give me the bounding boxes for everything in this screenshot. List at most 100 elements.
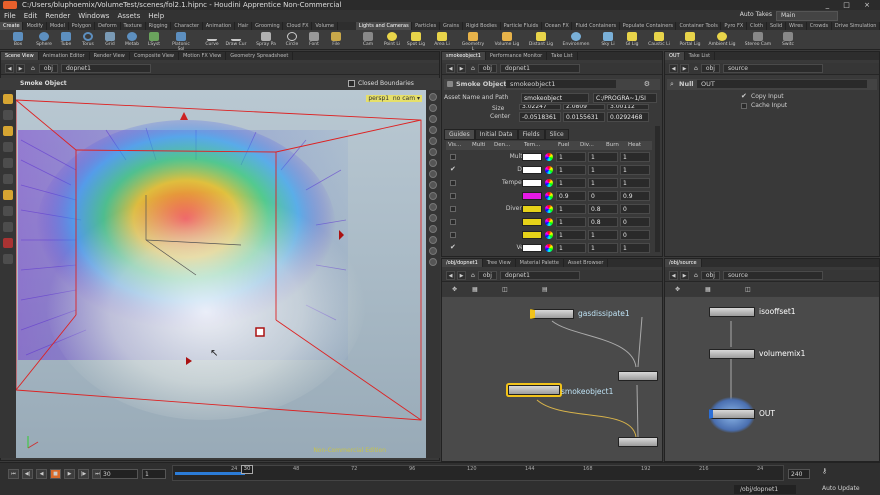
end-frame-field[interactable]: 240	[788, 469, 810, 479]
camera-menu[interactable]: no cam ▾	[390, 95, 422, 102]
color-wheel-icon[interactable]	[545, 231, 553, 239]
shelf-tab-wires[interactable]: Wires	[786, 22, 807, 30]
tool-caustic-light[interactable]: Caustic Li	[646, 32, 672, 50]
size-x-field[interactable]: 3.02247	[519, 104, 561, 110]
display-option-icon[interactable]	[429, 203, 437, 211]
tab-out[interactable]: OUT	[665, 52, 685, 60]
color-wheel-icon[interactable]	[545, 179, 553, 187]
shelf-tab-pyro-fx[interactable]: Pyro FX	[721, 22, 748, 30]
visible-checkbox[interactable]	[450, 154, 456, 160]
shelf-tab-create[interactable]: Create	[0, 22, 24, 30]
display-option-icon[interactable]	[429, 247, 437, 255]
path-source[interactable]: source	[722, 64, 823, 73]
step-back-icon[interactable]: ◀|	[22, 469, 33, 479]
tab-source[interactable]: /obj/source	[665, 259, 702, 267]
col-multi[interactable]: Multi	[472, 142, 485, 148]
shelf-tab-character[interactable]: Character	[171, 22, 203, 30]
menu-help[interactable]: Help	[148, 12, 164, 20]
display-option-icon[interactable]	[429, 170, 437, 178]
display-option-icon[interactable]	[429, 148, 437, 156]
color-wheel-icon[interactable]	[545, 192, 553, 200]
display-option-icon[interactable]	[429, 93, 437, 101]
tool-ambient-light[interactable]: Ambient Lig	[708, 32, 736, 50]
tool-spot-light[interactable]: Spot Lig	[406, 32, 426, 50]
node-name-field[interactable]: OUT	[697, 80, 867, 88]
shelf-tab-particles[interactable]: Particles	[412, 22, 440, 30]
field-b[interactable]: 1	[620, 243, 650, 253]
field-g[interactable]: 1	[588, 165, 618, 175]
field-b[interactable]: 1	[620, 178, 650, 188]
node-smokeobject1[interactable]	[508, 385, 560, 395]
field-g[interactable]: 1	[588, 230, 618, 240]
tool-sky-light[interactable]: Sky Li	[598, 32, 618, 50]
subtab-initial-data[interactable]: Initial Data	[474, 129, 518, 140]
shelf-tab-modify[interactable]: Modify	[23, 22, 47, 30]
tool-lsystem[interactable]: LSyst	[144, 32, 164, 50]
display-option-icon[interactable]	[429, 225, 437, 233]
tool-stereo-camera[interactable]: Stereo Cam	[744, 32, 772, 50]
subtab-fields[interactable]: Fields	[517, 129, 545, 140]
col-divergence[interactable]: Div...	[580, 142, 594, 148]
tab-geometry-spreadsheet[interactable]: Geometry Spreadsheet	[226, 52, 294, 60]
field-g[interactable]: 0	[588, 191, 618, 201]
path-obj[interactable]: obj	[700, 64, 720, 73]
shelf-tab-rigging[interactable]: Rigging	[146, 22, 172, 30]
shelf-tab-crowds[interactable]: Crowds	[807, 22, 832, 30]
jump-start-icon[interactable]: ⏮	[8, 469, 19, 479]
field-g[interactable]: 0.8	[588, 217, 618, 227]
color-wheel-icon[interactable]	[545, 244, 553, 252]
node-out[interactable]	[709, 409, 755, 419]
shelf-tab-container-tools[interactable]: Container Tools	[676, 22, 722, 30]
path-source[interactable]: source	[722, 271, 823, 280]
field-g[interactable]: 0.8	[588, 204, 618, 214]
size-y-field[interactable]: 2.0809	[563, 104, 605, 110]
tool-camera[interactable]: Cam	[358, 32, 378, 50]
tool-gi-light[interactable]: GI Lig	[622, 32, 642, 50]
play-icon[interactable]: ▶	[64, 469, 75, 479]
forward-arrow-icon[interactable]: ▶	[680, 271, 689, 280]
magnet-red-icon[interactable]	[3, 238, 13, 248]
field-r[interactable]: 1	[556, 178, 586, 188]
tool-metaball[interactable]: Metab	[122, 32, 142, 50]
shelf-tab-animation[interactable]: Animation	[203, 22, 235, 30]
snap-icon[interactable]	[3, 222, 13, 232]
tab-dopnet1[interactable]: /obj/dopnet1	[442, 259, 483, 267]
closed-boundaries-checkbox[interactable]	[348, 80, 355, 87]
field-r[interactable]: 1	[556, 204, 586, 214]
forward-arrow-icon[interactable]: ▶	[457, 64, 466, 73]
field-r[interactable]: 1	[556, 165, 586, 175]
display-option-icon[interactable]	[429, 159, 437, 167]
col-heat[interactable]: Heat	[628, 142, 641, 148]
forward-arrow-icon[interactable]: ▶	[16, 64, 25, 73]
tool-portal-light[interactable]: Portal Lig	[678, 32, 702, 50]
menu-edit[interactable]: Edit	[24, 12, 38, 20]
tab-performance-monitor[interactable]: Performance Monitor	[486, 52, 548, 60]
tab-material-palette[interactable]: Material Palette	[516, 259, 564, 267]
shelf-tab-grains[interactable]: Grains	[440, 22, 463, 30]
3d-viewport[interactable]: persp1 ▾ no cam ▾ Non-Commercial Edition…	[16, 90, 426, 458]
field-color-swatch[interactable]	[522, 153, 542, 161]
field-b[interactable]: 0	[620, 217, 650, 227]
pose-tool-icon[interactable]	[3, 174, 13, 184]
tool-circle[interactable]: Circle	[282, 32, 302, 50]
tool-distant-light[interactable]: Distant Lig	[528, 32, 554, 50]
window-controls[interactable]: _ □ ×	[826, 0, 876, 10]
tool-font[interactable]: Font	[304, 32, 324, 50]
field-r[interactable]: 1	[556, 230, 586, 240]
network-tool-icon[interactable]: ◫	[745, 286, 751, 293]
color-wheel-icon[interactable]	[545, 153, 553, 161]
display-option-icon[interactable]	[429, 192, 437, 200]
back-arrow-icon[interactable]: ◀	[5, 64, 14, 73]
field-color-swatch[interactable]	[522, 192, 542, 200]
desktop-select[interactable]: Main	[776, 11, 838, 21]
home-icon[interactable]: ⌂	[471, 65, 475, 72]
start-frame-field[interactable]: 1	[142, 469, 166, 479]
source-network-editor[interactable]: isooffset1 volumemix1 OUT	[665, 297, 879, 461]
tool-box[interactable]: Box	[8, 32, 28, 50]
display-option-icon[interactable]	[429, 258, 437, 266]
path-dopnet1[interactable]: dopnet1	[60, 64, 151, 73]
param-scrollbar[interactable]	[655, 126, 660, 252]
shelf-tab-cloth[interactable]: Cloth	[747, 22, 767, 30]
select-tool-icon[interactable]	[3, 94, 13, 104]
field-color-swatch[interactable]	[522, 231, 542, 239]
